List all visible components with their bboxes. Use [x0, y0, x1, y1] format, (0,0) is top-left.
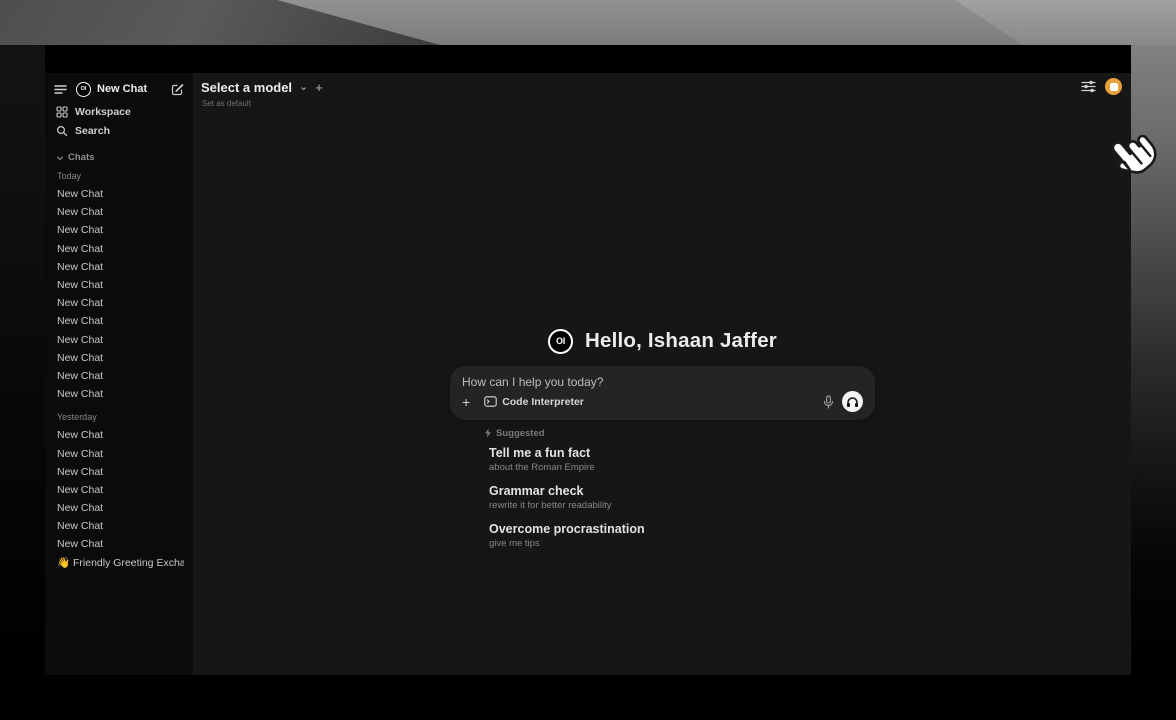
chat-list-item[interactable]: New Chat [54, 312, 184, 330]
suggested-item-subtitle: rewrite it for better readability [489, 500, 875, 512]
greeting-row: OI Hello, Ishaan Jaffer [450, 328, 875, 354]
chats-section-toggle[interactable]: Chats [54, 151, 184, 164]
chat-list-yesterday: New ChatNew ChatNew ChatNew ChatNew Chat… [54, 426, 184, 572]
chat-list-item[interactable]: New Chat [54, 444, 184, 462]
code-interpreter-toggle[interactable]: Code Interpreter [484, 396, 584, 408]
microphone-icon[interactable] [823, 395, 834, 409]
controls-sliders-icon[interactable] [1081, 80, 1096, 93]
app-logo-icon: OI [548, 329, 573, 354]
chat-list-item[interactable]: 👋 Friendly Greeting Exchange [54, 554, 184, 572]
chat-input-card[interactable]: How can I help you today? + Code Interpr… [450, 366, 875, 420]
search-icon [56, 125, 68, 137]
headphones-icon [846, 396, 859, 408]
code-interpreter-icon [484, 396, 497, 407]
chat-list-item[interactable]: New Chat [54, 185, 184, 203]
chat-list-item[interactable]: New Chat [54, 294, 184, 312]
chat-list-item[interactable]: New Chat [54, 426, 184, 444]
suggested-item-title: Tell me a fun fact [489, 446, 875, 462]
chat-list-item[interactable]: New Chat [54, 276, 184, 294]
chat-list-item[interactable]: New Chat [54, 463, 184, 481]
model-selector-label: Select a model [201, 80, 292, 95]
chat-list-item[interactable]: New Chat [54, 535, 184, 553]
voice-call-button[interactable] [842, 391, 863, 412]
suggested-list: Tell me a fun fact about the Roman Empir… [484, 446, 875, 550]
suggested-item[interactable]: Tell me a fun fact about the Roman Empir… [484, 446, 875, 474]
sidebar-item-workspace[interactable]: Workspace [54, 102, 184, 121]
welcome-area: OI Hello, Ishaan Jaffer How can I help y… [450, 328, 875, 560]
chat-input[interactable]: How can I help you today? [462, 375, 863, 389]
set-as-default-link[interactable]: Set as default [202, 99, 251, 108]
chat-list-item[interactable]: New Chat [54, 349, 184, 367]
avatar-image [1110, 83, 1118, 91]
chat-list-item[interactable]: New Chat [54, 258, 184, 276]
sidebar: OI New Chat Workspace Search [45, 73, 193, 675]
window-titlebar [45, 45, 1131, 73]
chat-list-item[interactable]: New Chat [54, 499, 184, 517]
suggested-item-title: Overcome procrastination [489, 522, 875, 538]
chat-group-label-today: Today [54, 171, 184, 182]
chat-input-controls: + Code Interpreter [462, 391, 863, 412]
model-selector[interactable]: Select a model ⌄ + [201, 80, 323, 95]
search-label: Search [75, 125, 110, 137]
suggested-item-title: Grammar check [489, 484, 875, 500]
chat-list-item[interactable]: New Chat [54, 481, 184, 499]
sparkle-icon [484, 428, 492, 438]
sidebar-header: OI New Chat [54, 79, 184, 99]
chat-group-label-yesterday: Yesterday [54, 412, 184, 423]
open-webui-window: OI New Chat Workspace Search [45, 45, 1131, 675]
main-panel: Select a model ⌄ + Set as default OI Hel… [193, 73, 1131, 675]
topbar-right-controls [1081, 78, 1122, 95]
chat-list-item[interactable]: New Chat [54, 385, 184, 403]
chat-list-today: New ChatNew ChatNew ChatNew ChatNew Chat… [54, 185, 184, 403]
workspace-label: Workspace [75, 106, 131, 118]
greeting-text: Hello, Ishaan Jaffer [585, 329, 777, 353]
sidebar-toggle-icon[interactable] [54, 84, 67, 95]
sidebar-item-search[interactable]: Search [54, 121, 184, 140]
suggested-item[interactable]: Grammar check rewrite it for better read… [484, 484, 875, 512]
suggested-section: Suggested Tell me a fun fact about the R… [484, 427, 875, 550]
sidebar-title: New Chat [97, 83, 171, 95]
attach-plus-icon[interactable]: + [462, 395, 470, 409]
chats-label: Chats [68, 152, 94, 163]
chat-list-item[interactable]: New Chat [54, 517, 184, 535]
suggested-header: Suggested [484, 427, 875, 439]
chat-list-item[interactable]: New Chat [54, 240, 184, 258]
suggested-item-subtitle: give me tips [489, 538, 875, 550]
chat-list-item[interactable]: New Chat [54, 331, 184, 349]
suggested-item[interactable]: Overcome procrastination give me tips [484, 522, 875, 550]
chat-list-item[interactable]: New Chat [54, 203, 184, 221]
desktop: OI New Chat Workspace Search [0, 0, 1176, 720]
workspace-grid-icon [56, 106, 68, 118]
chevron-down-icon: ⌄ [299, 82, 308, 93]
code-interpreter-label: Code Interpreter [502, 396, 584, 408]
add-model-icon[interactable]: + [315, 81, 323, 94]
chat-list-item[interactable]: New Chat [54, 367, 184, 385]
user-avatar[interactable] [1105, 78, 1122, 95]
desktop-background-left [0, 45, 45, 720]
suggested-label: Suggested [496, 428, 545, 439]
new-chat-icon[interactable] [171, 83, 184, 96]
suggested-item-subtitle: about the Roman Empire [489, 462, 875, 474]
chevron-down-icon [56, 154, 64, 162]
app-logo-icon[interactable]: OI [76, 82, 91, 97]
chat-list-item[interactable]: New Chat [54, 221, 184, 239]
desktop-background-right [1131, 45, 1176, 720]
